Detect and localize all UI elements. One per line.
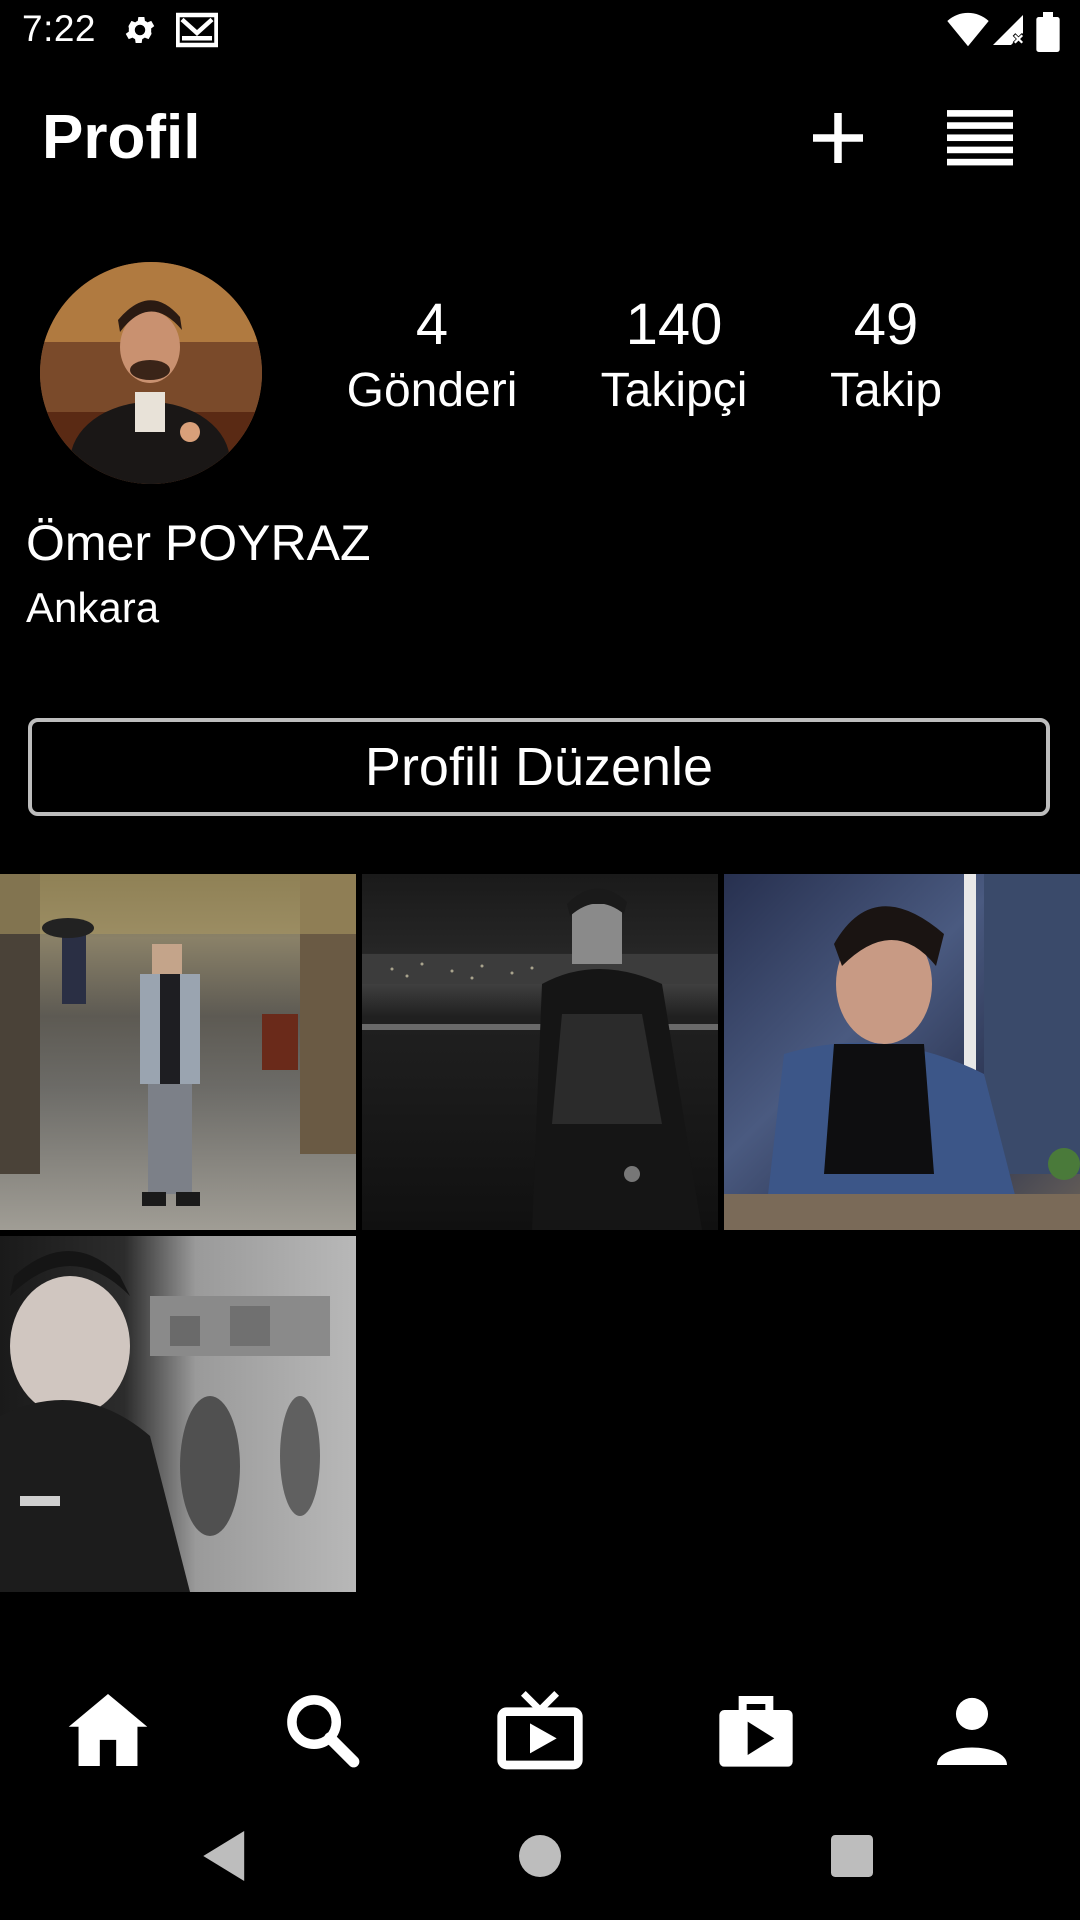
tv-icon[interactable] — [490, 1680, 590, 1780]
plus-icon[interactable] — [802, 102, 874, 174]
wifi-icon — [946, 12, 990, 53]
posts-count: 4 — [415, 292, 449, 357]
profile-stats: 4 Gönderi 140 Takipçi 49 Takip — [0, 290, 1080, 440]
home-icon[interactable] — [58, 1680, 158, 1780]
battery-icon — [1036, 12, 1060, 57]
post-thumbnail[interactable] — [0, 874, 356, 1230]
search-icon[interactable] — [272, 1680, 372, 1780]
page-title: Profil — [42, 103, 201, 172]
home-circle-icon[interactable] — [510, 1826, 570, 1886]
following-stat[interactable]: 49 Takip — [776, 290, 996, 422]
recents-icon[interactable] — [822, 1826, 882, 1886]
mail-icon — [175, 12, 219, 53]
menu-icon[interactable] — [944, 102, 1016, 174]
posts-label: Gönderi — [346, 364, 518, 417]
signal-icon — [990, 12, 1026, 53]
status-time: 7:22 — [22, 8, 97, 49]
app-header: Profil — [0, 64, 1080, 204]
shop-icon[interactable] — [706, 1680, 806, 1780]
profile-icon[interactable] — [922, 1680, 1022, 1780]
system-nav — [0, 1796, 1080, 1920]
post-thumbnail[interactable] — [0, 1236, 356, 1592]
following-label: Takip — [829, 364, 943, 417]
bottom-nav — [0, 1660, 1080, 1780]
edit-profile-button[interactable]: Profili Düzenle — [28, 718, 1050, 816]
following-count: 49 — [853, 292, 919, 357]
posts-stat[interactable]: 4 Gönderi — [322, 290, 542, 422]
post-thumbnail[interactable] — [362, 874, 718, 1230]
post-thumbnail[interactable] — [724, 874, 1080, 1230]
back-icon[interactable] — [196, 1826, 256, 1886]
followers-count: 140 — [625, 292, 723, 357]
gear-icon — [122, 12, 158, 53]
user-name: Ömer POYRAZ — [26, 515, 371, 571]
followers-label: Takipçi — [600, 364, 748, 417]
status-bar: 7:22 — [0, 0, 1080, 64]
user-location: Ankara — [26, 584, 160, 631]
followers-stat[interactable]: 140 Takipçi — [564, 290, 784, 422]
